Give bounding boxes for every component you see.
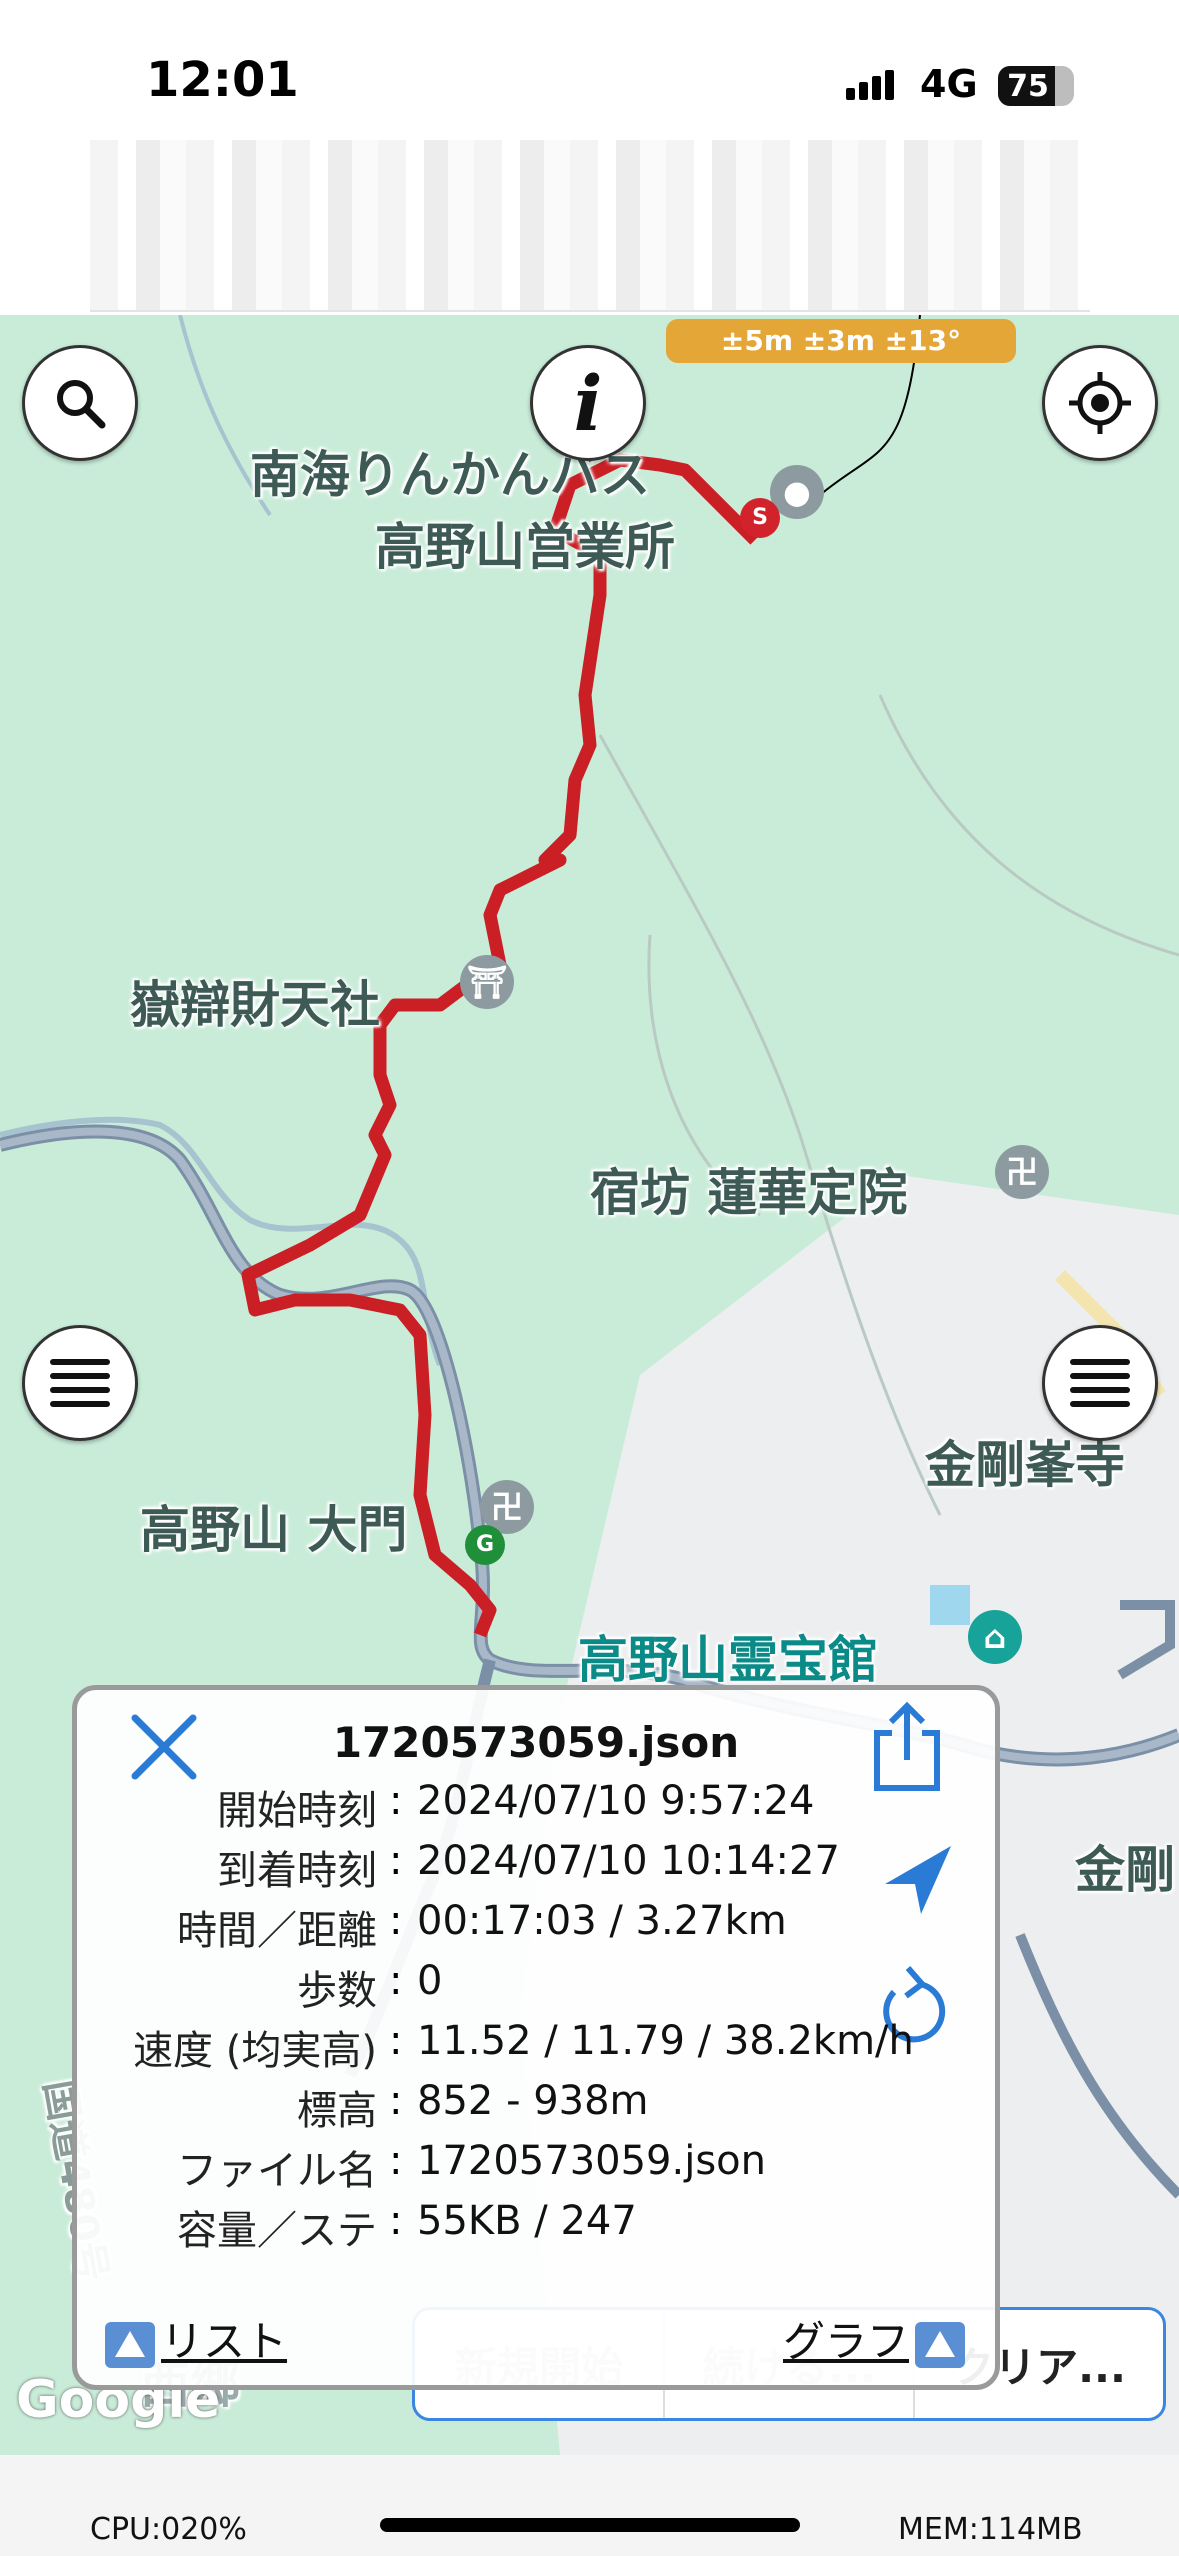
info-row-value: 1720573059.json bbox=[417, 2138, 766, 2184]
search-icon bbox=[57, 380, 106, 429]
status-time: 12:01 bbox=[146, 52, 299, 108]
menu-button-left[interactable] bbox=[22, 1325, 138, 1441]
info-row-key: 時間／距離 bbox=[177, 1908, 377, 1954]
label-museum: 高野山霊宝館 bbox=[578, 1631, 878, 1689]
info-row-key: ファイル名 bbox=[177, 2148, 377, 2194]
menu-icon bbox=[1070, 1359, 1130, 1407]
goal-marker: G bbox=[465, 1525, 505, 1565]
info-row-key: 容量／ステ bbox=[177, 2208, 377, 2254]
triangle-up-icon bbox=[105, 2321, 155, 2368]
trail bbox=[878, 694, 1179, 957]
info-row-key: 歩数 bbox=[297, 1968, 377, 2014]
label-daimon: 高野山 大門 bbox=[140, 1501, 408, 1559]
battery-icon: 75 bbox=[998, 66, 1074, 106]
graph-label: グラフ bbox=[783, 2317, 910, 2366]
graph-link[interactable]: グラフ bbox=[783, 2308, 971, 2369]
navigate-button[interactable] bbox=[877, 1840, 957, 1920]
info-row-value: 2024/07/10 10:14:27 bbox=[417, 1838, 840, 1884]
blurred-header bbox=[90, 140, 1090, 312]
cpu-readout: CPU:020% bbox=[90, 2512, 247, 2547]
info-row-value: 55KB / 247 bbox=[417, 2198, 637, 2244]
panel-title: 1720573059.json bbox=[332, 1718, 740, 1767]
info-row-separator: : bbox=[389, 1838, 403, 1884]
status-bar: 12:01 4G 75 bbox=[0, 0, 1179, 135]
info-row-separator: : bbox=[389, 1898, 403, 1944]
track-info-panel: 1720573059.json 開始時刻:2024/07/10 9:57:24 到… bbox=[72, 1685, 1000, 2390]
locate-icon bbox=[1069, 372, 1131, 434]
info-icon: i bbox=[573, 358, 603, 448]
info-row-value: 11.52 / 11.79 / 38.2km/h bbox=[417, 2018, 914, 2064]
signal-icon bbox=[846, 70, 898, 100]
share-icon bbox=[874, 1701, 940, 1791]
info-row-key: 開始時刻 bbox=[217, 1788, 377, 1834]
museum-icon[interactable]: ⌂ bbox=[968, 1610, 1022, 1664]
list-label: リスト bbox=[161, 2317, 288, 2366]
info-row-separator: : bbox=[389, 2198, 403, 2244]
info-row-value: 852 - 938m bbox=[417, 2078, 649, 2124]
menu-button-right[interactable] bbox=[1042, 1325, 1158, 1441]
info-button[interactable]: i bbox=[530, 345, 646, 461]
shrine-icon[interactable]: ⛩ bbox=[460, 955, 514, 1009]
temple-icon[interactable]: 卍 bbox=[995, 1145, 1049, 1199]
label-temple-lodging: 宿坊 蓮華定院 bbox=[590, 1164, 908, 1222]
info-row-value: 2024/07/10 9:57:24 bbox=[417, 1778, 815, 1824]
search-button[interactable] bbox=[22, 345, 138, 461]
info-row-separator: : bbox=[389, 2018, 403, 2064]
label-shrine: 嶽辯財天社 bbox=[130, 976, 380, 1034]
info-row-separator: : bbox=[389, 1958, 403, 2004]
info-row-separator: : bbox=[389, 2078, 403, 2124]
info-row-key: 到着時刻 bbox=[217, 1848, 377, 1894]
navigate-icon bbox=[885, 1846, 951, 1914]
share-button[interactable] bbox=[867, 1698, 947, 1798]
start-marker: S bbox=[740, 498, 780, 538]
mem-readout: MEM:114MB bbox=[898, 2512, 1083, 2547]
info-row-value: 0 bbox=[417, 1958, 443, 2004]
triangle-up-icon bbox=[915, 2321, 966, 2368]
info-row-key: 速度 (均実高) bbox=[133, 2028, 377, 2074]
menu-icon bbox=[50, 1359, 110, 1407]
locate-button[interactable] bbox=[1042, 345, 1158, 461]
network-type: 4G bbox=[920, 62, 978, 106]
pond bbox=[930, 1585, 970, 1625]
label-bus-office-2: 高野山営業所 bbox=[375, 518, 675, 576]
info-row-value: 00:17:03 / 3.27km bbox=[417, 1898, 787, 1944]
info-row-separator: : bbox=[389, 2138, 403, 2184]
home-indicator[interactable] bbox=[380, 2518, 800, 2532]
accuracy-badge: ±5m ±3m ±13° bbox=[666, 319, 1016, 363]
info-row-separator: : bbox=[389, 1778, 403, 1824]
battery-percent: 75 bbox=[1007, 69, 1049, 104]
info-row-key: 標高 bbox=[297, 2088, 377, 2134]
label-kon: 金剛 bbox=[1075, 1841, 1175, 1899]
list-link[interactable]: リスト bbox=[105, 2308, 287, 2369]
